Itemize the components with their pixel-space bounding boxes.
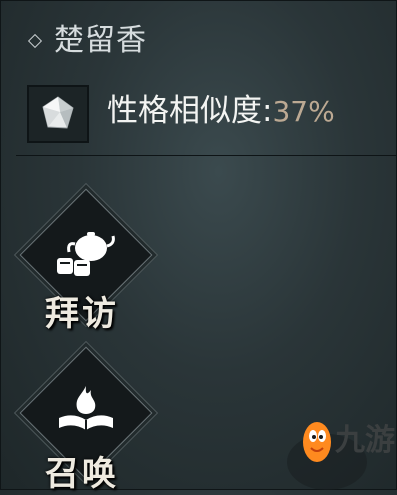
flame-book-icon <box>59 386 113 430</box>
diamond-bullet-icon <box>27 33 43 49</box>
visit-button[interactable]: 拜访 <box>19 188 153 334</box>
visit-label: 拜访 <box>45 294 119 334</box>
character-name: 楚留香 <box>54 23 147 58</box>
teapot-icon <box>57 232 115 276</box>
section-divider <box>16 155 397 156</box>
watermark-text: 九游 <box>335 423 395 458</box>
similarity-label: 性格相似度: <box>107 93 273 129</box>
summon-label: 召唤 <box>45 454 119 494</box>
summon-button[interactable]: 召唤 <box>19 346 153 494</box>
gem-avatar[interactable] <box>27 85 89 143</box>
character-name-row: 楚留香 <box>27 22 147 60</box>
similarity-value: 37% <box>272 95 335 128</box>
gem-icon <box>42 96 74 129</box>
personality-similarity: 性格相似度: 37% <box>107 88 335 135</box>
